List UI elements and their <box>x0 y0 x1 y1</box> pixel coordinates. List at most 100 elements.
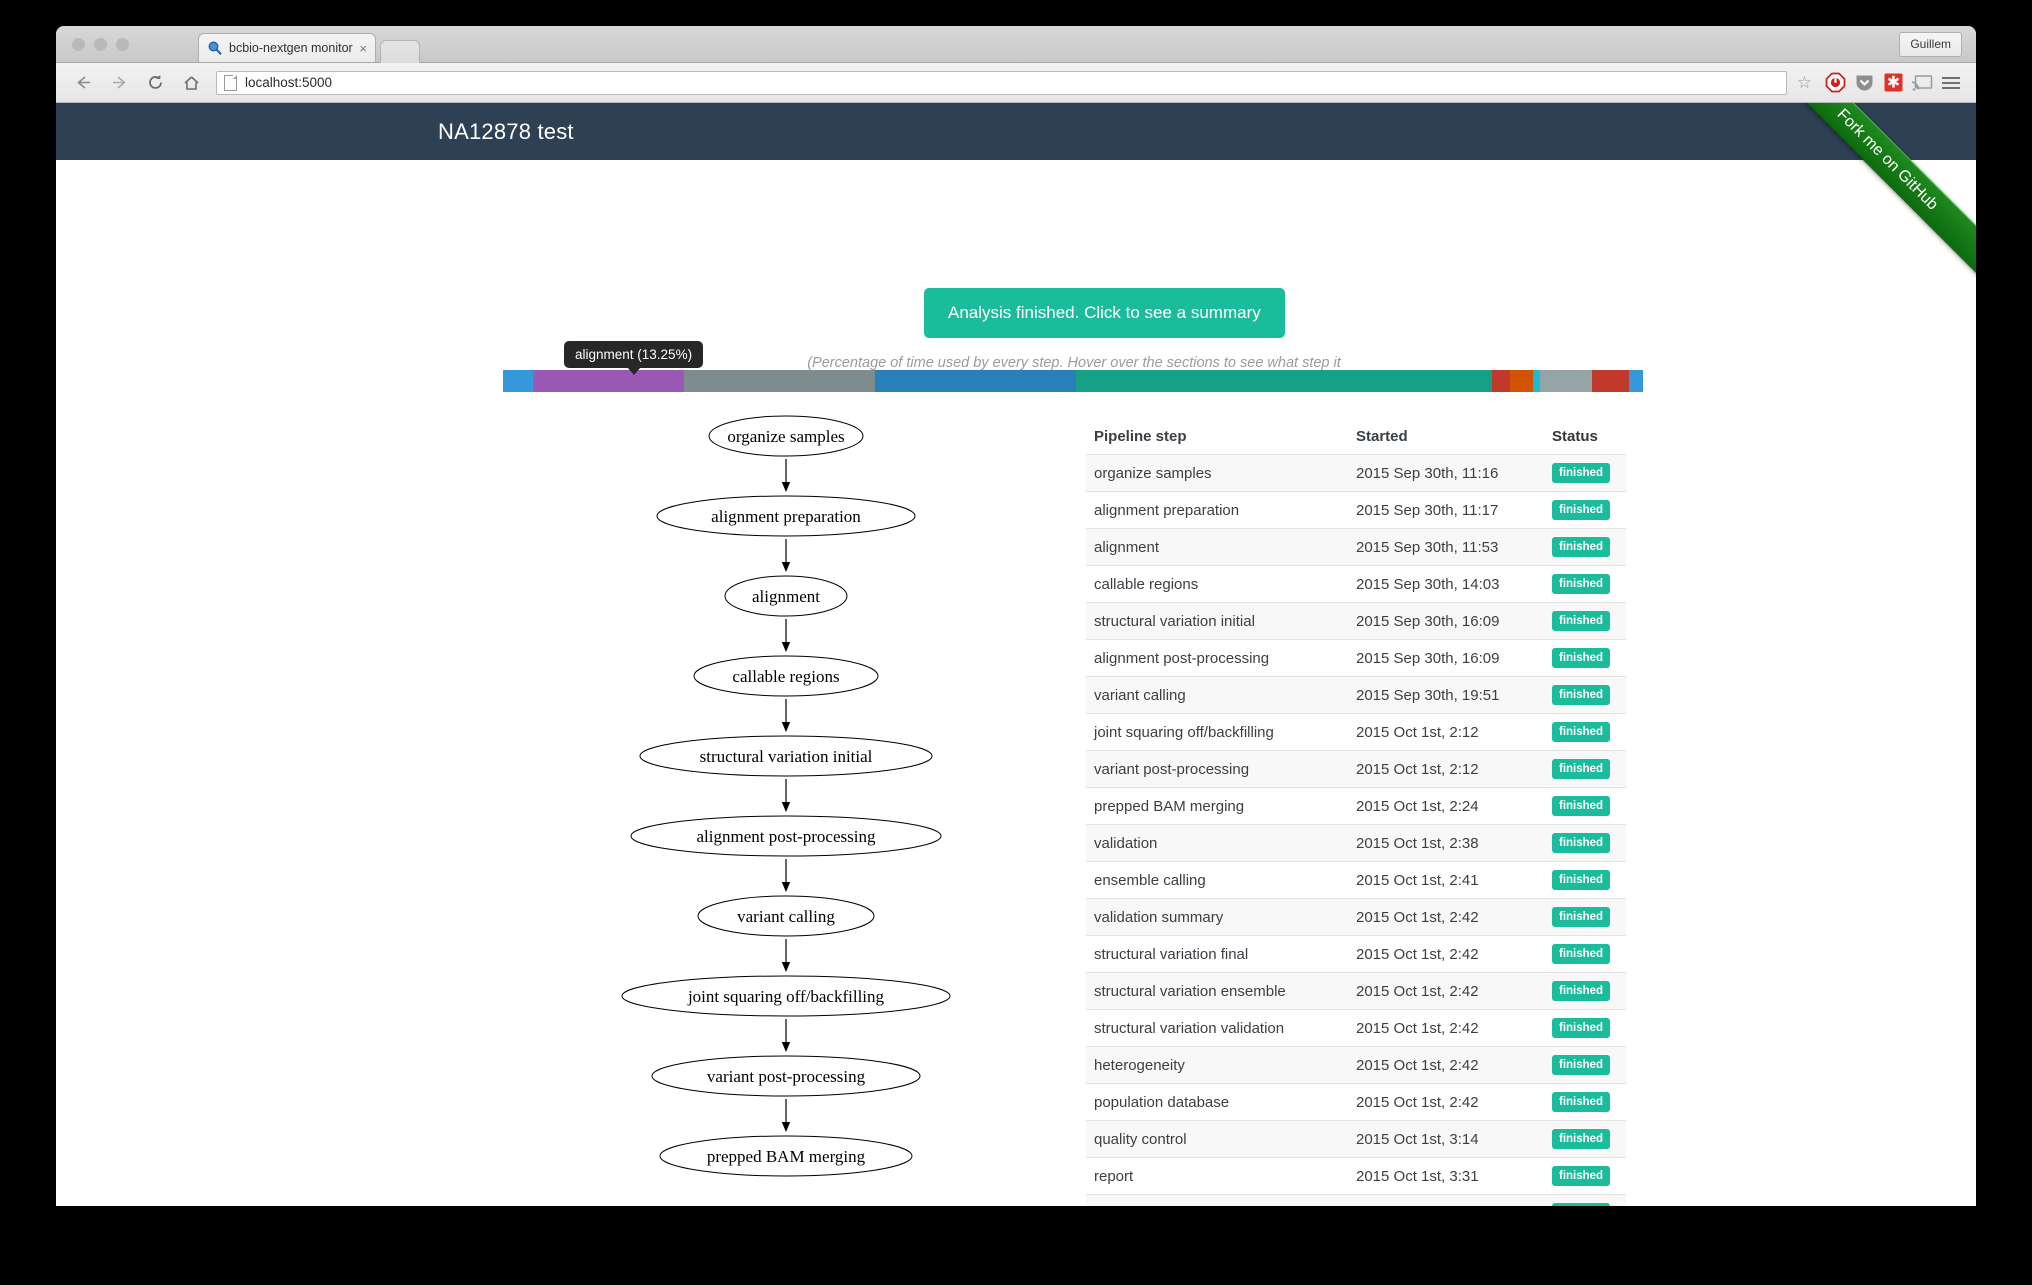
bar-segment[interactable] <box>1491 370 1511 392</box>
address-bar[interactable]: localhost:5000 <box>216 70 1787 95</box>
bar-segment[interactable] <box>503 370 533 392</box>
flowchart-node[interactable]: joint squaring off/backfilling <box>616 973 956 1019</box>
cell-pipeline-step: validation <box>1094 834 1158 852</box>
asterisk-icon[interactable]: ✱ <box>1880 70 1906 96</box>
flowchart-arrow <box>616 459 956 493</box>
segment-tooltip: alignment (13.25%) <box>564 341 704 375</box>
flowchart-node[interactable]: organize samples <box>616 413 956 459</box>
table-row[interactable]: callable regions 2015 Sep 30th, 14:03 fini… <box>1086 565 1626 602</box>
flowchart-node-label: alignment preparation <box>711 507 861 526</box>
table-row[interactable]: joint squaring off/backfilling 2015 Oct 1… <box>1086 713 1626 750</box>
home-icon[interactable] <box>176 68 206 98</box>
time-distribution-bar[interactable] <box>503 370 1643 392</box>
bar-segment[interactable] <box>1532 370 1540 392</box>
cell-status: finished <box>1552 944 1611 964</box>
cell-started: 2015 Oct 1st, 2:42 <box>1356 945 1479 963</box>
back-arrow-icon[interactable] <box>68 68 98 98</box>
cell-started: 2015 Oct 1st, 2:12 <box>1356 760 1479 778</box>
table-row[interactable]: organize samples 2015 Sep 30th, 11:16 fini… <box>1086 454 1626 491</box>
cell-status: finished <box>1552 611 1611 631</box>
table-row[interactable]: heterogeneity 2015 Oct 1st, 2:42 finished <box>1086 1046 1626 1083</box>
status-badge: finished <box>1552 907 1611 927</box>
cell-status: finished <box>1552 1018 1611 1038</box>
table-row[interactable]: validation summary 2015 Oct 1st, 2:42 fini… <box>1086 898 1626 935</box>
bar-segment[interactable] <box>875 370 1076 392</box>
table-row[interactable]: variant calling 2015 Sep 30th, 19:51 finis… <box>1086 676 1626 713</box>
bookmark-star-icon[interactable]: ☆ <box>1797 73 1812 93</box>
table-row[interactable]: population database 2015 Oct 1st, 2:42 fin… <box>1086 1083 1626 1120</box>
reload-icon[interactable] <box>140 68 170 98</box>
cell-started: 2015 Oct 1st, 2:42 <box>1356 982 1479 1000</box>
bar-segment[interactable] <box>1592 370 1629 392</box>
new-tab-button[interactable] <box>380 40 420 63</box>
cell-status: finished <box>1552 1129 1611 1149</box>
menu-icon[interactable] <box>1938 70 1964 96</box>
table-row[interactable]: ensemble calling 2015 Oct 1st, 2:41 finish… <box>1086 861 1626 898</box>
bar-segment[interactable] <box>1510 370 1533 392</box>
url-text: localhost:5000 <box>245 75 333 90</box>
table-row[interactable]: structural variation initial 2015 Sep 30t… <box>1086 602 1626 639</box>
bar-segment[interactable] <box>532 370 684 392</box>
table-row[interactable]: quality control 2015 Oct 1st, 3:14 finishe… <box>1086 1120 1626 1157</box>
tab-title: bcbio-nextgen monitor <box>229 41 353 55</box>
status-badge: finished <box>1552 648 1611 668</box>
flowchart-node-label: organize samples <box>727 427 844 446</box>
cell-pipeline-step: callable regions <box>1094 575 1199 593</box>
table-row[interactable]: structural variation validation 2015 Oct … <box>1086 1009 1626 1046</box>
summary-button[interactable]: Analysis finished. Click to see a summar… <box>924 288 1285 338</box>
flowchart-node[interactable]: alignment post-processing <box>616 813 956 859</box>
flowchart-node[interactable]: prepped BAM merging <box>616 1133 956 1179</box>
status-badge: finished <box>1552 759 1611 779</box>
cell-pipeline-step: structural variation validation <box>1094 1019 1285 1037</box>
cell-pipeline-step: organize samples <box>1094 464 1212 482</box>
cell-started: 2015 Sep 30th, 16:09 <box>1356 612 1500 630</box>
browser-tab[interactable]: bcbio-nextgen monitor × <box>198 33 376 62</box>
table-row[interactable]: prepped BAM merging 2015 Oct 1st, 2:24 fin… <box>1086 787 1626 824</box>
flowchart-arrow <box>616 619 956 653</box>
tab-strip: bcbio-nextgen monitor × Guillem <box>56 26 1976 63</box>
status-badge: finished <box>1552 1166 1611 1186</box>
profile-button[interactable]: Guillem <box>1899 32 1962 57</box>
cell-started: 2015 Oct 1st, 2:42 <box>1356 1056 1479 1074</box>
cast-icon[interactable] <box>1909 70 1935 96</box>
adblock-icon[interactable] <box>1822 70 1848 96</box>
close-window-button[interactable] <box>72 38 85 51</box>
maximize-window-button[interactable] <box>116 38 129 51</box>
table-row[interactable]: structural variation ensemble 2015 Oct 1s… <box>1086 972 1626 1009</box>
table-row[interactable]: alignment post-processing 2015 Sep 30th, … <box>1086 639 1626 676</box>
status-badge: finished <box>1552 981 1611 1001</box>
table-row[interactable]: structural variation final 2015 Oct 1st, … <box>1086 935 1626 972</box>
table-row[interactable]: validation 2015 Oct 1st, 2:38 finished <box>1086 824 1626 861</box>
bar-segment[interactable] <box>683 370 876 392</box>
flowchart-node[interactable]: variant post-processing <box>616 1053 956 1099</box>
table-row[interactable]: archive2015 Oct 1st, 3:31finished <box>1086 1194 1626 1206</box>
window-controls[interactable] <box>72 38 129 51</box>
flowchart-arrow <box>616 1019 956 1053</box>
cell-started: 2015 Sep 30th, 11:53 <box>1356 538 1499 556</box>
table-row[interactable]: report 2015 Oct 1st, 3:31 finished <box>1086 1157 1626 1194</box>
flowchart-node[interactable]: callable regions <box>616 653 956 699</box>
bar-segment[interactable] <box>1628 370 1643 392</box>
flowchart-node[interactable]: variant calling <box>616 893 956 939</box>
bar-segment[interactable] <box>1075 370 1492 392</box>
table-row[interactable]: alignment preparation 2015 Sep 30th, 11:1… <box>1086 491 1626 528</box>
bar-segment[interactable] <box>1539 370 1593 392</box>
cell-started: 2015 Oct 1st, 2:42 <box>1356 1019 1479 1037</box>
table-header-row: Pipeline step Started Status <box>1086 418 1626 454</box>
flowchart-node[interactable]: alignment preparation <box>616 493 956 539</box>
table-row[interactable]: variant post-processing 2015 Oct 1st, 2:1… <box>1086 750 1626 787</box>
cell-started: 2015 Oct 1st, 2:38 <box>1356 834 1479 852</box>
pocket-icon[interactable] <box>1851 70 1877 96</box>
table-row[interactable]: alignment 2015 Sep 30th, 11:53 finished <box>1086 528 1626 565</box>
cell-pipeline-step: alignment <box>1094 538 1160 556</box>
flowchart-node[interactable]: alignment <box>616 573 956 619</box>
flowchart-arrow <box>616 1099 956 1133</box>
status-badge: finished <box>1552 870 1611 890</box>
svg-text:✱: ✱ <box>1886 75 1899 92</box>
forward-arrow-icon[interactable] <box>104 68 134 98</box>
cell-pipeline-step: alignment preparation <box>1094 501 1240 519</box>
minimize-window-button[interactable] <box>94 38 107 51</box>
flowchart-node-label: variant calling <box>737 907 835 926</box>
flowchart-node[interactable]: structural variation initial <box>616 733 956 779</box>
tab-close-icon[interactable]: × <box>359 41 367 56</box>
